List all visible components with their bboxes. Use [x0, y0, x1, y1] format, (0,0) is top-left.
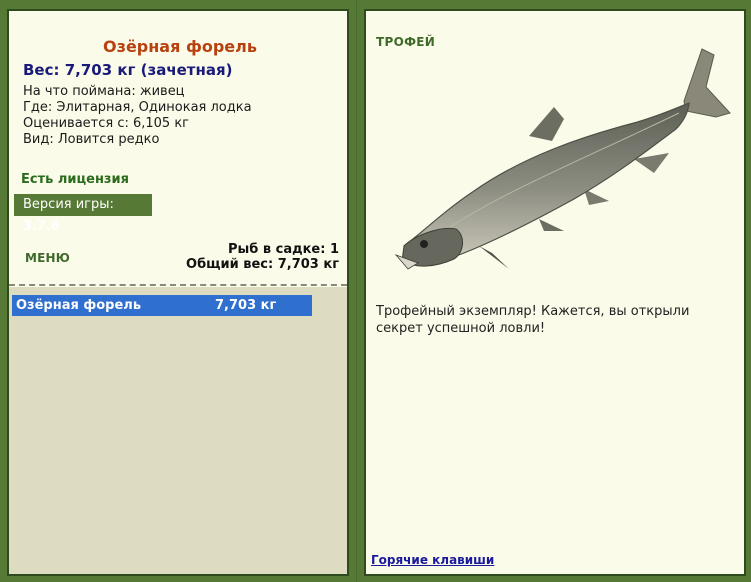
hotkeys-link[interactable]: Горячие клавиши: [371, 553, 494, 567]
divider: [9, 284, 347, 286]
location: Где: Элитарная, Одинокая лодка: [23, 100, 252, 115]
version-label: Версия игры:: [23, 197, 114, 212]
caught-on: На что поймана: живец: [23, 84, 185, 99]
catch-list-item[interactable]: Озёрная форель 7,703 кг: [12, 295, 312, 316]
version-value: 3.7.6: [23, 219, 61, 234]
trophy-message: Трофейный экземпляр! Кажется, вы открыли…: [376, 304, 690, 336]
fish-info-panel: Озёрная форель Вес: 7,703 кг (зачетная) …: [7, 9, 349, 576]
trout-image: [394, 48, 731, 270]
keepnet-total: Общий вес: 7,703 кг: [186, 257, 339, 272]
catch-item-name: Озёрная форель: [16, 298, 142, 313]
fish-weight: Вес: 7,703 кг (зачетная): [23, 61, 233, 79]
version-badge: Версия игры: 3.7.6: [14, 194, 152, 234]
catch-list: Озёрная форель 7,703 кг: [9, 287, 347, 574]
trophy-panel: ТРОФЕЙ Трофейный экземпляр! Кажется, вы …: [364, 9, 746, 576]
keepnet-summary: Рыб в садке: 1 Общий вес: 7,703 кг: [186, 242, 339, 272]
catch-item-weight: 7,703 кг: [215, 298, 277, 313]
valued-from: Оценивается с: 6,105 кг: [23, 116, 190, 131]
license-status: Есть лицензия: [21, 172, 129, 187]
fish-name: Озёрная форель: [103, 37, 257, 56]
menu-button[interactable]: МЕНЮ: [25, 251, 70, 265]
fish-kind: Вид: Ловится редко: [23, 132, 160, 147]
keepnet-count: Рыб в садке: 1: [227, 242, 339, 257]
